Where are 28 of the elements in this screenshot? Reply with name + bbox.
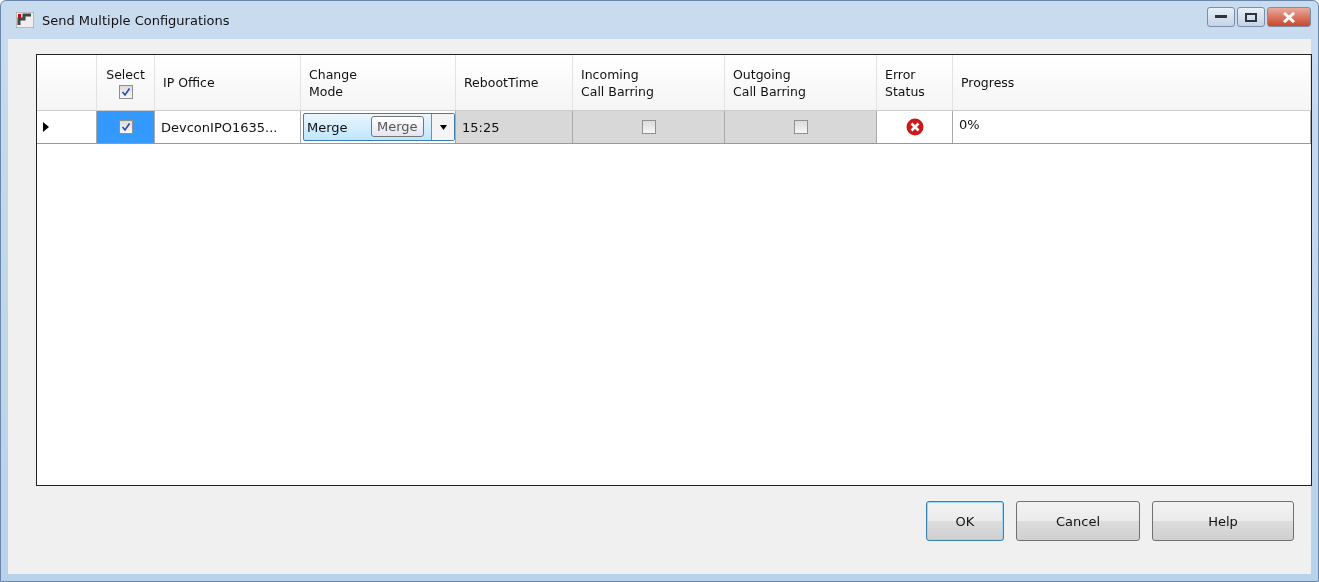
checkbox[interactable] — [118, 120, 133, 134]
column-header: IP Office — [163, 74, 215, 91]
column-header: Incoming Call Barring — [581, 65, 654, 100]
checkbox[interactable] — [793, 120, 808, 134]
close-button[interactable] — [1267, 7, 1311, 27]
table-cell: 0% — [959, 117, 980, 132]
column-header: Change Mode — [309, 65, 357, 100]
dialog-button[interactable]: Cancel — [1016, 501, 1140, 541]
column-header: Outgoing Call Barring — [733, 65, 806, 100]
minimize-icon — [1215, 15, 1227, 19]
dialog-button[interactable]: Help — [1152, 501, 1294, 541]
checkbox[interactable] — [118, 85, 133, 99]
column-header: Select — [106, 66, 145, 83]
column-header: Progress — [961, 74, 1015, 91]
minimize-button[interactable] — [1207, 7, 1235, 27]
maximize-icon — [1245, 12, 1257, 22]
table-cell: 15:25 — [462, 119, 500, 135]
tooltip: Merge — [371, 116, 424, 137]
window-title: Send Multiple Configurations — [42, 12, 230, 28]
caret-icon — [439, 124, 447, 130]
table-cell: DevconIPO1635... — [161, 119, 278, 135]
maximize-button[interactable] — [1237, 7, 1265, 27]
dialog-button[interactable]: OK — [926, 501, 1004, 541]
close-icon — [1282, 11, 1296, 23]
app-icon — [16, 12, 34, 28]
column-header: Error Status — [885, 65, 925, 100]
column-header: RebootTime — [464, 74, 539, 91]
checkbox[interactable] — [641, 120, 656, 134]
